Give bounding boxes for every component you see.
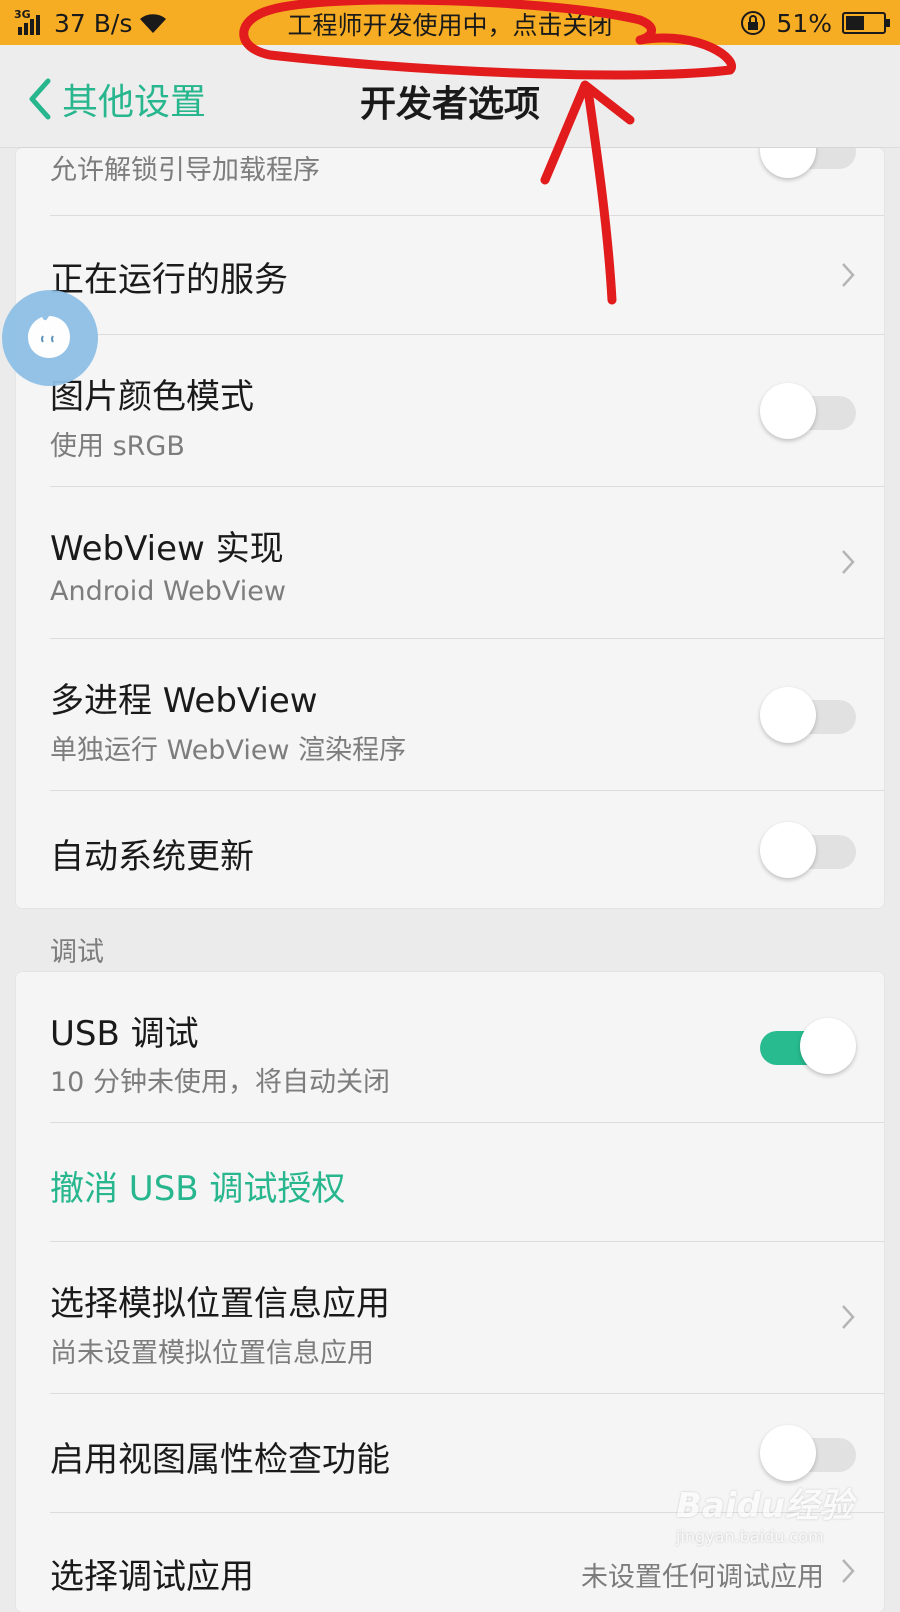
list-item-oem-unlock[interactable]: 允许解锁引导加载程序 — [50, 148, 884, 216]
list-item-revoke-usb-auth[interactable]: 撤消 USB 调试授权 — [50, 1123, 884, 1242]
list-item-auto-update[interactable]: 自动系统更新 — [50, 791, 884, 908]
toggle-view-attr-inspection[interactable] — [760, 1425, 856, 1481]
section-header-debug: 调试 — [50, 937, 104, 968]
toggle-usb-debug[interactable] — [760, 1018, 856, 1074]
item-subtitle: 使用 sRGB — [50, 431, 185, 462]
item-value: 未设置任何调试应用 — [581, 1562, 824, 1593]
battery-percent: 51% — [776, 8, 832, 38]
settings-card-general: 允许解锁引导加载程序 正在运行的服务 图片颜色模式 使用 sRGB WebVie… — [16, 148, 884, 908]
item-title: 自动系统更新 — [50, 837, 254, 877]
list-item-color-mode[interactable]: 图片颜色模式 使用 sRGB — [50, 335, 884, 487]
item-subtitle: 10 分钟未使用，将自动关闭 — [50, 1067, 390, 1098]
list-item-usb-debug[interactable]: USB 调试 10 分钟未使用，将自动关闭 — [50, 972, 884, 1123]
page-title: 开发者选项 — [359, 84, 540, 125]
item-subtitle: 单独运行 WebView 渲染程序 — [50, 735, 407, 766]
item-title: 选择模拟位置信息应用 — [50, 1284, 390, 1324]
watermark-url: jingyan.baidu.com — [676, 1527, 824, 1546]
battery-icon — [842, 12, 890, 34]
toggle-multiprocess-webview[interactable] — [760, 687, 856, 743]
chevron-right-icon — [842, 550, 855, 574]
status-right: 51% — [740, 6, 890, 40]
status-bar[interactable]: 3G 37 B/s 工程师开发使用中，点击关闭 51% — [0, 0, 900, 45]
item-subtitle: 允许解锁引导加载程序 — [50, 155, 320, 186]
chevron-right-icon — [842, 1559, 855, 1583]
rotation-lock-icon — [741, 11, 766, 35]
chevron-right-icon — [842, 1305, 855, 1329]
toggle-auto-update[interactable] — [760, 822, 856, 878]
watermark-brand: Baidu经验 — [676, 1486, 854, 1526]
baidu-jingyan-watermark: Baidu经验 jingyan.baidu.com — [676, 1478, 886, 1548]
list-item-running-services[interactable]: 正在运行的服务 — [50, 216, 884, 335]
toggle-oem-unlock[interactable] — [760, 148, 856, 178]
item-title: USB 调试 — [50, 1014, 199, 1054]
item-subtitle: Android WebView — [50, 576, 286, 607]
item-subtitle: 尚未设置模拟位置信息应用 — [50, 1338, 374, 1369]
list-item-mock-location[interactable]: 选择模拟位置信息应用 尚未设置模拟位置信息应用 — [50, 1242, 884, 1394]
item-title: 撤消 USB 调试授权 — [50, 1169, 346, 1209]
chevron-right-icon — [842, 263, 855, 287]
item-title: 正在运行的服务 — [50, 260, 288, 300]
app-header: 其他设置 开发者选项 — [0, 45, 900, 148]
list-item-multiprocess-webview[interactable]: 多进程 WebView 单独运行 WebView 渲染程序 — [50, 639, 884, 791]
item-title: 多进程 WebView — [50, 681, 318, 721]
item-title: 图片颜色模式 — [50, 377, 254, 417]
toggle-color-mode[interactable] — [760, 383, 856, 439]
assistant-face-icon — [28, 316, 70, 358]
floating-assistant-button[interactable] — [2, 290, 98, 386]
item-title: 启用视图属性检查功能 — [50, 1440, 390, 1480]
list-item-webview-impl[interactable]: WebView 实现 Android WebView — [50, 487, 884, 639]
item-title: WebView 实现 — [50, 529, 284, 569]
item-title: 选择调试应用 — [50, 1557, 254, 1597]
